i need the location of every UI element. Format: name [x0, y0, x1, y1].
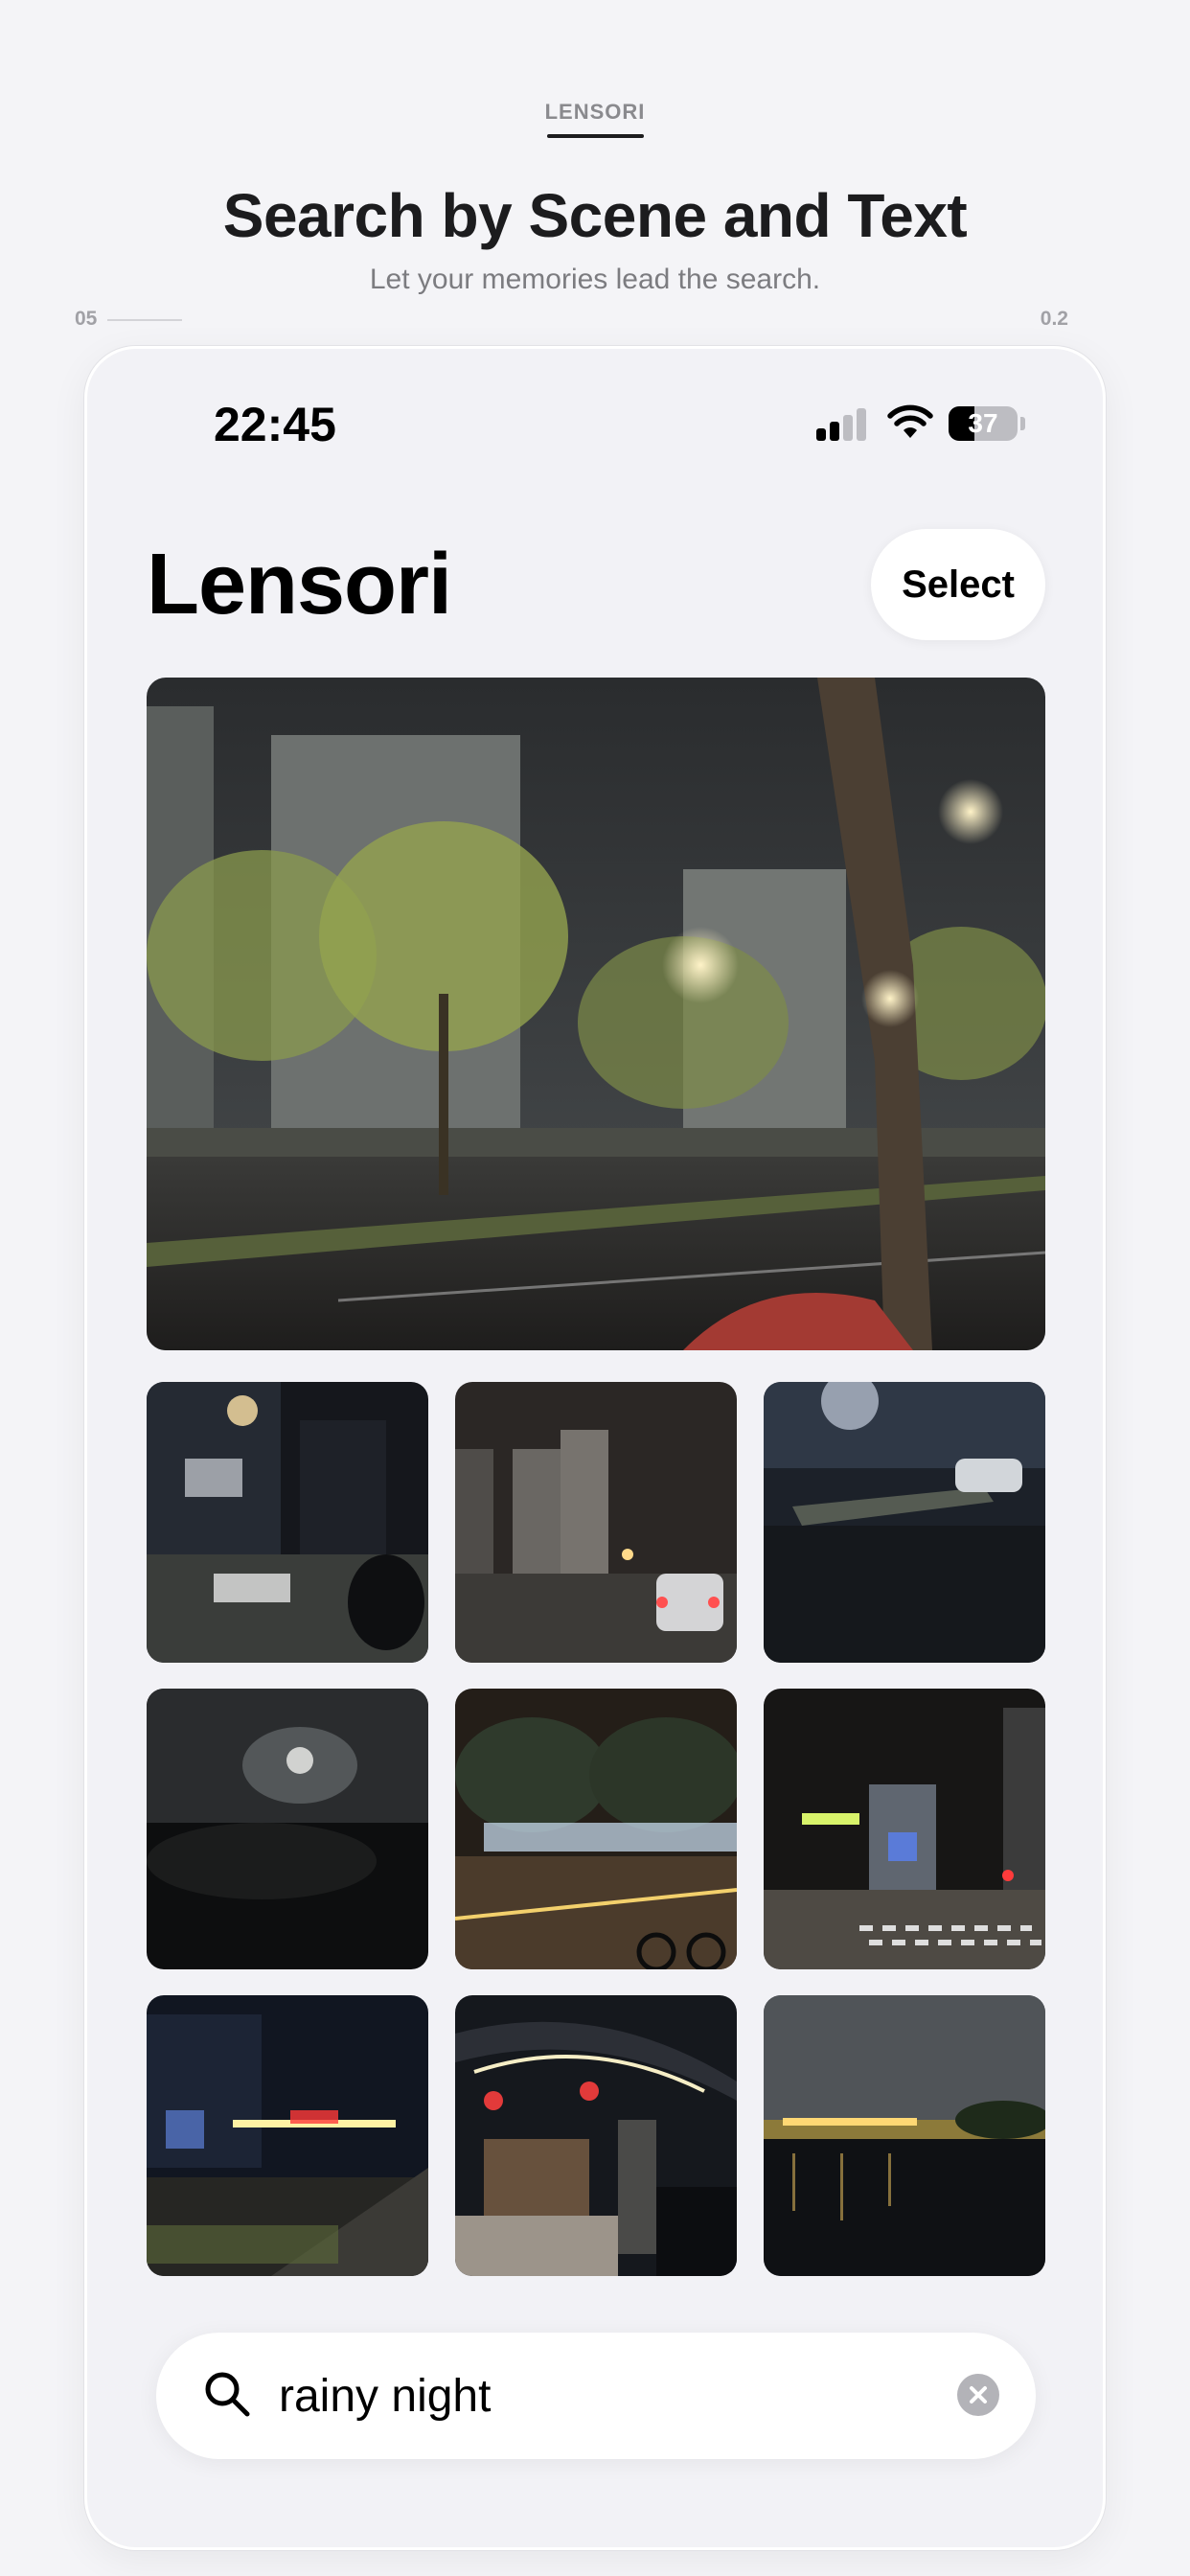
cellular-signal-icon — [816, 408, 868, 441]
photo-tile[interactable] — [764, 1689, 1045, 1969]
city-crossing-image — [764, 1689, 1045, 1969]
night-street-signs-image — [147, 1382, 428, 1663]
status-time: 22:45 — [214, 398, 336, 451]
photo-tile[interactable] — [455, 1382, 737, 1663]
blurry-dark-street-image — [147, 1689, 428, 1969]
app-title: Lensori — [147, 537, 452, 632]
photo-grid — [147, 1382, 1045, 2276]
rainy-street-image — [147, 678, 1045, 1350]
clear-icon — [970, 2386, 987, 2404]
brand-underline — [547, 134, 644, 138]
select-button[interactable]: Select — [871, 529, 1045, 640]
wifi-icon — [887, 404, 933, 438]
lantern-entrance-image — [455, 1995, 737, 2276]
photo-tile[interactable] — [764, 1382, 1045, 1663]
search-icon — [205, 2372, 250, 2417]
night-traffic-towers-image — [455, 1382, 737, 1663]
battery-cap — [1020, 417, 1025, 430]
wet-curb-parked-car-image — [764, 1382, 1045, 1663]
photo-tile[interactable] — [147, 1689, 428, 1969]
clear-search-button[interactable] — [957, 2374, 999, 2416]
phone-frame: 22:45 37 Lensori Select — [84, 346, 1106, 2550]
page-divider — [107, 319, 182, 321]
battery-percent: 37 — [968, 408, 998, 438]
search-input[interactable] — [279, 2361, 892, 2430]
page-number: 05 — [75, 308, 98, 330]
version-label: 0.2 — [1040, 308, 1068, 330]
battery-icon: 37 — [949, 406, 1018, 441]
photo-tile[interactable] — [764, 1995, 1045, 2276]
photo-tile[interactable] — [147, 1382, 428, 1663]
photo-tile[interactable] — [455, 1689, 737, 1969]
hero-photo[interactable] — [147, 678, 1045, 1350]
lit-promenade-image — [147, 1995, 428, 2276]
photo-tile[interactable] — [147, 1995, 428, 2276]
lit-storefronts-bike-image — [455, 1689, 737, 1969]
river-night-lights-image — [764, 1995, 1045, 2276]
photo-tile[interactable] — [455, 1995, 737, 2276]
search-bar[interactable] — [156, 2333, 1036, 2459]
subheadline: Let your memories lead the search. — [369, 264, 821, 295]
headline: Search by Scene and Text — [222, 181, 968, 250]
brand-label: LENSORI — [544, 100, 646, 124]
